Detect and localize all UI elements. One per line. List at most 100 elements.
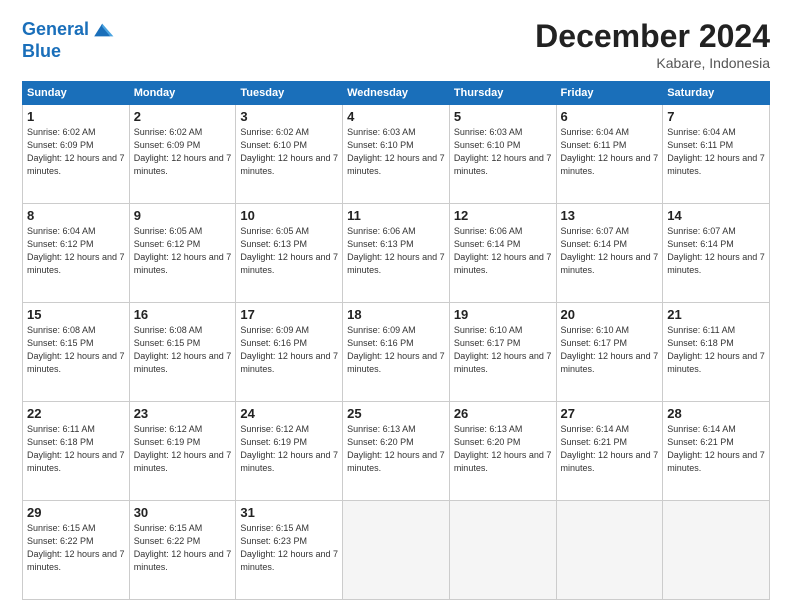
- day-info: Sunrise: 6:15 AM Sunset: 6:22 PM Dayligh…: [134, 522, 232, 574]
- calendar-cell: 21 Sunrise: 6:11 AM Sunset: 6:18 PM Dayl…: [663, 303, 770, 402]
- day-info: Sunrise: 6:14 AM Sunset: 6:21 PM Dayligh…: [667, 423, 765, 475]
- day-info: Sunrise: 6:02 AM Sunset: 6:09 PM Dayligh…: [134, 126, 232, 178]
- day-number: 29: [27, 505, 125, 520]
- calendar-cell: 8 Sunrise: 6:04 AM Sunset: 6:12 PM Dayli…: [23, 204, 130, 303]
- calendar-cell: 15 Sunrise: 6:08 AM Sunset: 6:15 PM Dayl…: [23, 303, 130, 402]
- day-number: 22: [27, 406, 125, 421]
- calendar-cell: 23 Sunrise: 6:12 AM Sunset: 6:19 PM Dayl…: [129, 402, 236, 501]
- calendar-cell: 2 Sunrise: 6:02 AM Sunset: 6:09 PM Dayli…: [129, 105, 236, 204]
- calendar-cell: 12 Sunrise: 6:06 AM Sunset: 6:14 PM Dayl…: [449, 204, 556, 303]
- day-number: 18: [347, 307, 445, 322]
- day-info: Sunrise: 6:10 AM Sunset: 6:17 PM Dayligh…: [454, 324, 552, 376]
- day-number: 23: [134, 406, 232, 421]
- calendar-cell: [556, 501, 663, 600]
- day-info: Sunrise: 6:08 AM Sunset: 6:15 PM Dayligh…: [134, 324, 232, 376]
- calendar-cell: 27 Sunrise: 6:14 AM Sunset: 6:21 PM Dayl…: [556, 402, 663, 501]
- logo-text: General: [22, 20, 89, 40]
- day-info: Sunrise: 6:02 AM Sunset: 6:10 PM Dayligh…: [240, 126, 338, 178]
- calendar-cell: 19 Sunrise: 6:10 AM Sunset: 6:17 PM Dayl…: [449, 303, 556, 402]
- day-info: Sunrise: 6:15 AM Sunset: 6:22 PM Dayligh…: [27, 522, 125, 574]
- day-number: 20: [561, 307, 659, 322]
- calendar-week-row: 22 Sunrise: 6:11 AM Sunset: 6:18 PM Dayl…: [23, 402, 770, 501]
- day-info: Sunrise: 6:05 AM Sunset: 6:13 PM Dayligh…: [240, 225, 338, 277]
- day-info: Sunrise: 6:06 AM Sunset: 6:13 PM Dayligh…: [347, 225, 445, 277]
- calendar-cell: [343, 501, 450, 600]
- day-info: Sunrise: 6:15 AM Sunset: 6:23 PM Dayligh…: [240, 522, 338, 574]
- day-info: Sunrise: 6:11 AM Sunset: 6:18 PM Dayligh…: [667, 324, 765, 376]
- logo-text-line2: Blue: [22, 42, 115, 62]
- calendar-cell: 11 Sunrise: 6:06 AM Sunset: 6:13 PM Dayl…: [343, 204, 450, 303]
- day-info: Sunrise: 6:06 AM Sunset: 6:14 PM Dayligh…: [454, 225, 552, 277]
- day-info: Sunrise: 6:04 AM Sunset: 6:12 PM Dayligh…: [27, 225, 125, 277]
- day-number: 19: [454, 307, 552, 322]
- day-info: Sunrise: 6:07 AM Sunset: 6:14 PM Dayligh…: [561, 225, 659, 277]
- calendar-week-row: 29 Sunrise: 6:15 AM Sunset: 6:22 PM Dayl…: [23, 501, 770, 600]
- calendar-cell: 25 Sunrise: 6:13 AM Sunset: 6:20 PM Dayl…: [343, 402, 450, 501]
- calendar-cell: 16 Sunrise: 6:08 AM Sunset: 6:15 PM Dayl…: [129, 303, 236, 402]
- calendar-week-row: 1 Sunrise: 6:02 AM Sunset: 6:09 PM Dayli…: [23, 105, 770, 204]
- day-number: 2: [134, 109, 232, 124]
- col-sunday: Sunday: [23, 82, 130, 105]
- col-thursday: Thursday: [449, 82, 556, 105]
- calendar-cell: 4 Sunrise: 6:03 AM Sunset: 6:10 PM Dayli…: [343, 105, 450, 204]
- day-number: 7: [667, 109, 765, 124]
- calendar-cell: 10 Sunrise: 6:05 AM Sunset: 6:13 PM Dayl…: [236, 204, 343, 303]
- day-number: 28: [667, 406, 765, 421]
- day-info: Sunrise: 6:09 AM Sunset: 6:16 PM Dayligh…: [347, 324, 445, 376]
- col-saturday: Saturday: [663, 82, 770, 105]
- calendar-cell: 30 Sunrise: 6:15 AM Sunset: 6:22 PM Dayl…: [129, 501, 236, 600]
- calendar-cell: 6 Sunrise: 6:04 AM Sunset: 6:11 PM Dayli…: [556, 105, 663, 204]
- day-number: 12: [454, 208, 552, 223]
- month-title: December 2024: [535, 18, 770, 55]
- calendar-cell: 31 Sunrise: 6:15 AM Sunset: 6:23 PM Dayl…: [236, 501, 343, 600]
- day-info: Sunrise: 6:04 AM Sunset: 6:11 PM Dayligh…: [667, 126, 765, 178]
- day-number: 30: [134, 505, 232, 520]
- calendar-cell: 24 Sunrise: 6:12 AM Sunset: 6:19 PM Dayl…: [236, 402, 343, 501]
- calendar-cell: 9 Sunrise: 6:05 AM Sunset: 6:12 PM Dayli…: [129, 204, 236, 303]
- calendar-cell: 3 Sunrise: 6:02 AM Sunset: 6:10 PM Dayli…: [236, 105, 343, 204]
- day-number: 14: [667, 208, 765, 223]
- day-info: Sunrise: 6:05 AM Sunset: 6:12 PM Dayligh…: [134, 225, 232, 277]
- col-monday: Monday: [129, 82, 236, 105]
- day-info: Sunrise: 6:10 AM Sunset: 6:17 PM Dayligh…: [561, 324, 659, 376]
- logo: General Blue: [22, 18, 115, 62]
- day-info: Sunrise: 6:08 AM Sunset: 6:15 PM Dayligh…: [27, 324, 125, 376]
- day-number: 5: [454, 109, 552, 124]
- day-number: 17: [240, 307, 338, 322]
- calendar-cell: [663, 501, 770, 600]
- title-block: December 2024 Kabare, Indonesia: [535, 18, 770, 71]
- day-number: 15: [27, 307, 125, 322]
- header: General Blue December 2024 Kabare, Indon…: [22, 18, 770, 71]
- calendar-header-row: Sunday Monday Tuesday Wednesday Thursday…: [23, 82, 770, 105]
- day-info: Sunrise: 6:09 AM Sunset: 6:16 PM Dayligh…: [240, 324, 338, 376]
- day-number: 11: [347, 208, 445, 223]
- day-number: 31: [240, 505, 338, 520]
- day-number: 6: [561, 109, 659, 124]
- calendar-cell: 22 Sunrise: 6:11 AM Sunset: 6:18 PM Dayl…: [23, 402, 130, 501]
- calendar-cell: [449, 501, 556, 600]
- day-number: 9: [134, 208, 232, 223]
- calendar-cell: 14 Sunrise: 6:07 AM Sunset: 6:14 PM Dayl…: [663, 204, 770, 303]
- day-number: 3: [240, 109, 338, 124]
- day-number: 26: [454, 406, 552, 421]
- col-wednesday: Wednesday: [343, 82, 450, 105]
- day-info: Sunrise: 6:03 AM Sunset: 6:10 PM Dayligh…: [454, 126, 552, 178]
- calendar-week-row: 8 Sunrise: 6:04 AM Sunset: 6:12 PM Dayli…: [23, 204, 770, 303]
- day-info: Sunrise: 6:02 AM Sunset: 6:09 PM Dayligh…: [27, 126, 125, 178]
- page: General Blue December 2024 Kabare, Indon…: [0, 0, 792, 612]
- col-friday: Friday: [556, 82, 663, 105]
- day-info: Sunrise: 6:12 AM Sunset: 6:19 PM Dayligh…: [240, 423, 338, 475]
- location-subtitle: Kabare, Indonesia: [535, 55, 770, 71]
- day-info: Sunrise: 6:12 AM Sunset: 6:19 PM Dayligh…: [134, 423, 232, 475]
- day-number: 10: [240, 208, 338, 223]
- day-info: Sunrise: 6:13 AM Sunset: 6:20 PM Dayligh…: [347, 423, 445, 475]
- day-info: Sunrise: 6:13 AM Sunset: 6:20 PM Dayligh…: [454, 423, 552, 475]
- day-info: Sunrise: 6:04 AM Sunset: 6:11 PM Dayligh…: [561, 126, 659, 178]
- col-tuesday: Tuesday: [236, 82, 343, 105]
- day-info: Sunrise: 6:07 AM Sunset: 6:14 PM Dayligh…: [667, 225, 765, 277]
- day-info: Sunrise: 6:03 AM Sunset: 6:10 PM Dayligh…: [347, 126, 445, 178]
- calendar-cell: 18 Sunrise: 6:09 AM Sunset: 6:16 PM Dayl…: [343, 303, 450, 402]
- logo-icon: [91, 18, 115, 42]
- calendar-week-row: 15 Sunrise: 6:08 AM Sunset: 6:15 PM Dayl…: [23, 303, 770, 402]
- calendar-cell: 28 Sunrise: 6:14 AM Sunset: 6:21 PM Dayl…: [663, 402, 770, 501]
